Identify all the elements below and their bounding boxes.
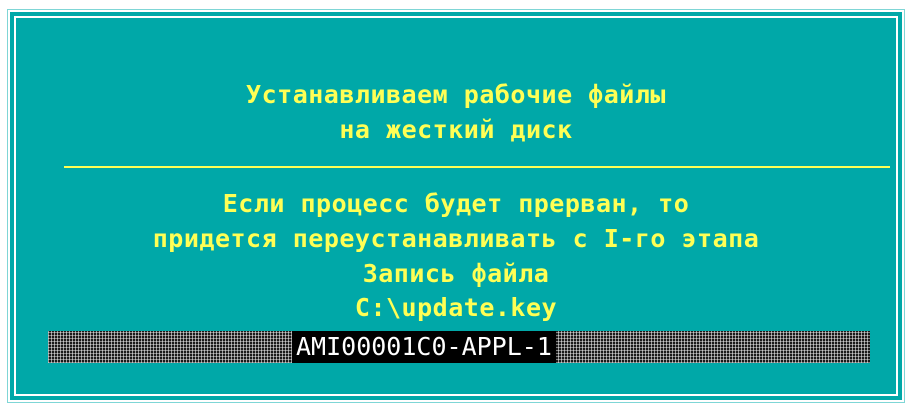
warning-line-1: Если процесс будет прерван, то — [222, 189, 690, 218]
title-line-1: Устанавливаем рабочие файлы — [246, 80, 666, 109]
separator-line — [64, 166, 890, 168]
status-label: Запись файла — [362, 259, 550, 288]
title-line-2: на жесткий диск — [339, 115, 573, 144]
dos-screen: Устанавливаем рабочие файлы на жесткий д… — [0, 0, 916, 414]
warning-line-2: придется переустанавливать с I-го этапа — [152, 224, 760, 253]
progress-bar: AMI00001C0-APPL-1 — [48, 331, 870, 363]
progress-label: AMI00001C0-APPL-1 — [292, 331, 556, 363]
install-dialog: Устанавливаем рабочие файлы на жесткий д… — [7, 9, 905, 403]
dialog-double-border: Устанавливаем рабочие файлы на жесткий д… — [14, 16, 898, 396]
file-path: C:\update.key — [354, 293, 558, 322]
